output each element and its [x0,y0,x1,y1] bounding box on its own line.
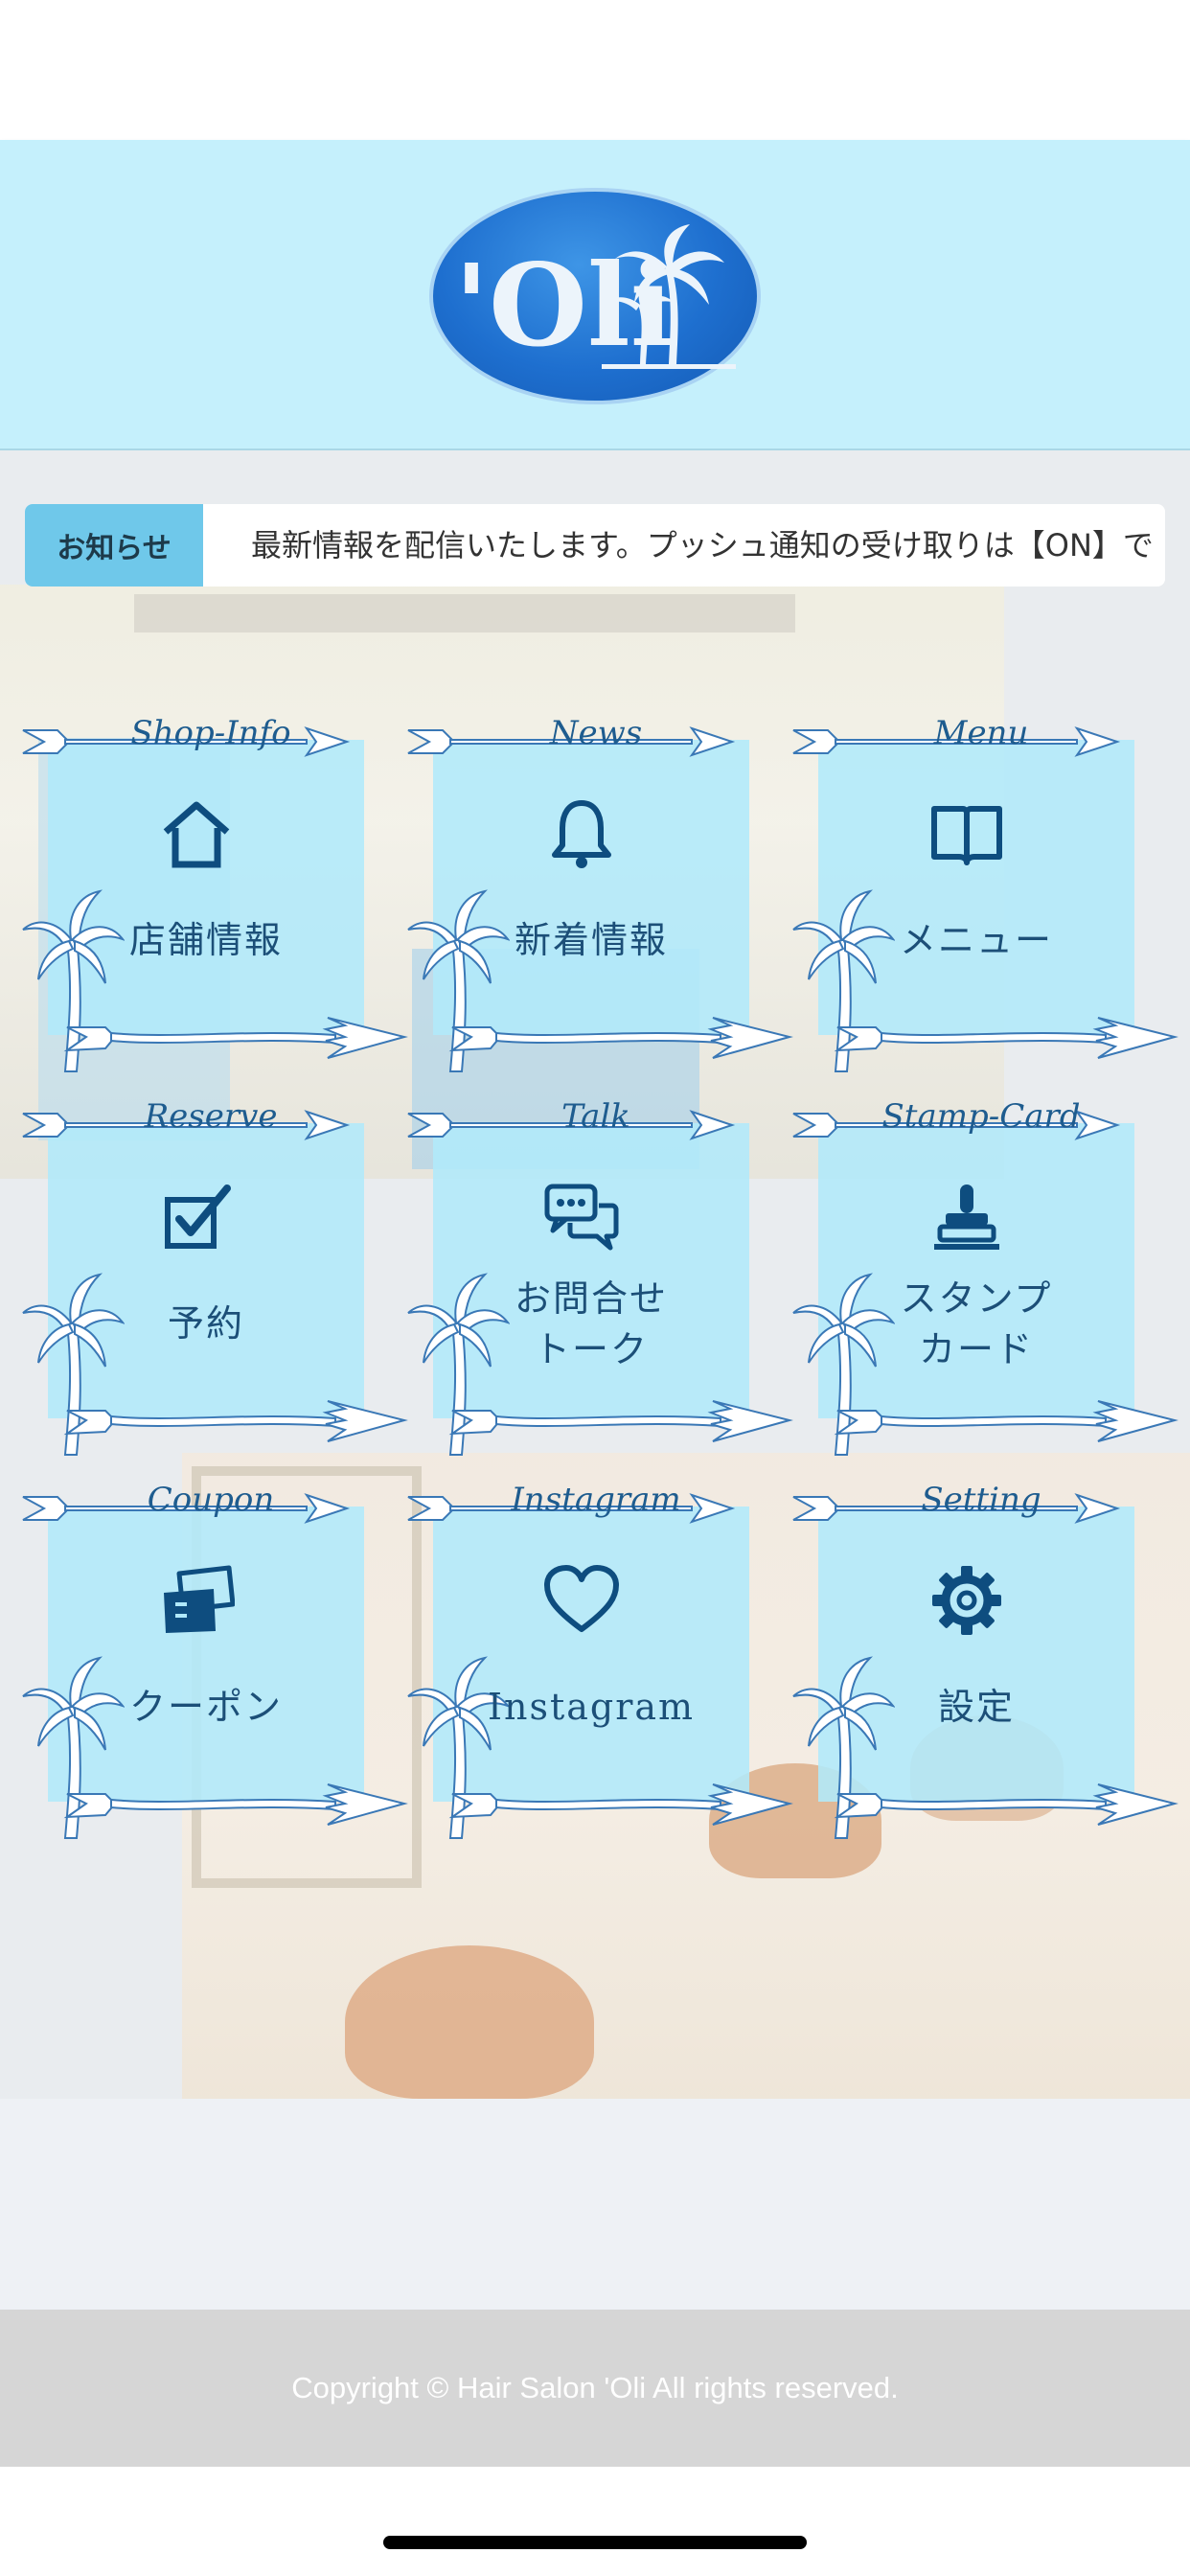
tile-label: スタンプ カード [900,1276,1053,1370]
copyright-text: Copyright © Hair Salon 'Oli All rights r… [291,2371,899,2404]
heart-icon [543,1562,620,1639]
menu-tile-menu[interactable]: Menu メニュー [790,717,1179,1104]
tile-label: 店舗情報 [128,919,283,962]
menu-tile-shop-info[interactable]: Shop-Info 店舗情報 [19,717,408,1104]
book-icon [928,795,1005,872]
tile-english-title: Setting [921,1481,1041,1519]
stamp-icon [928,1179,1005,1255]
main-content: お知らせ 最新情報を配信いたします。プッシュ通知の受け取りは【ON】で Shop… [0,450,1190,2310]
tile-label: 新着情報 [514,919,668,962]
tile-label: 予約 [167,1302,244,1346]
tile-english-title: Menu [933,714,1029,752]
menu-tile-talk[interactable]: Talk お問合せ トーク [404,1100,793,1487]
app-header: 'Oli [0,140,1190,450]
tile-english-title: Instagram [511,1481,681,1519]
arrow-ornament-icon [828,1008,1182,1070]
arrow-ornament-icon [443,1392,797,1453]
arrow-ornament-icon [828,1775,1182,1836]
tile-label: クーポン [128,1686,283,1729]
menu-tile-instagram[interactable]: Instagram Instagram [404,1481,793,1871]
bell-icon [543,795,620,872]
arrow-ornament-icon [828,1392,1182,1453]
checkbox-icon [158,1179,235,1255]
palm-tree-icon [602,224,736,369]
notice-tag: お知らせ [25,504,203,586]
background-lower [0,2099,1190,2310]
arrow-ornament-icon [57,1775,412,1836]
arrow-ornament-icon [57,1392,412,1453]
salon-logo: 'Oli [429,188,761,404]
tile-english-title: Coupon [147,1481,275,1519]
menu-tile-setting[interactable]: Setting 設定 [790,1481,1179,1871]
tile-english-title: Stamp-Card [881,1097,1081,1136]
notice-bar[interactable]: お知らせ 最新情報を配信いたします。プッシュ通知の受け取りは【ON】で [25,504,1165,586]
background-chair [345,1945,594,2099]
home-indicator [383,2536,807,2549]
menu-tile-reserve[interactable]: Reserve 予約 [19,1100,408,1487]
tile-english-title: Reserve [144,1097,278,1136]
tile-english-title: News [549,714,643,752]
tile-label: お問合せ トーク [514,1276,668,1370]
menu-tile-stamp-card[interactable]: Stamp-Card スタンプ カード [790,1100,1179,1487]
tile-english-title: Talk [561,1097,630,1136]
tile-english-title: Shop-Info [130,714,291,752]
tile-label: 設定 [937,1686,1015,1729]
background-house-roof [134,594,795,632]
footer: Copyright © Hair Salon 'Oli All rights r… [0,2310,1190,2467]
menu-tile-coupon[interactable]: Coupon クーポン [19,1481,408,1871]
house-icon [158,795,235,872]
gear-icon [928,1562,1005,1639]
chat-bubbles-icon [543,1179,620,1255]
tile-label: Instagram [487,1686,696,1729]
notice-ticker-text: 最新情報を配信いたします。プッシュ通知の受け取りは【ON】で [251,527,1154,564]
tile-label: メニュー [899,919,1053,962]
arrow-ornament-icon [443,1008,797,1070]
arrow-ornament-icon [443,1775,797,1836]
status-bar [0,0,1190,140]
menu-tile-news[interactable]: News 新着情報 [404,717,793,1104]
arrow-ornament-icon [57,1008,412,1070]
coupon-icon [158,1562,236,1639]
